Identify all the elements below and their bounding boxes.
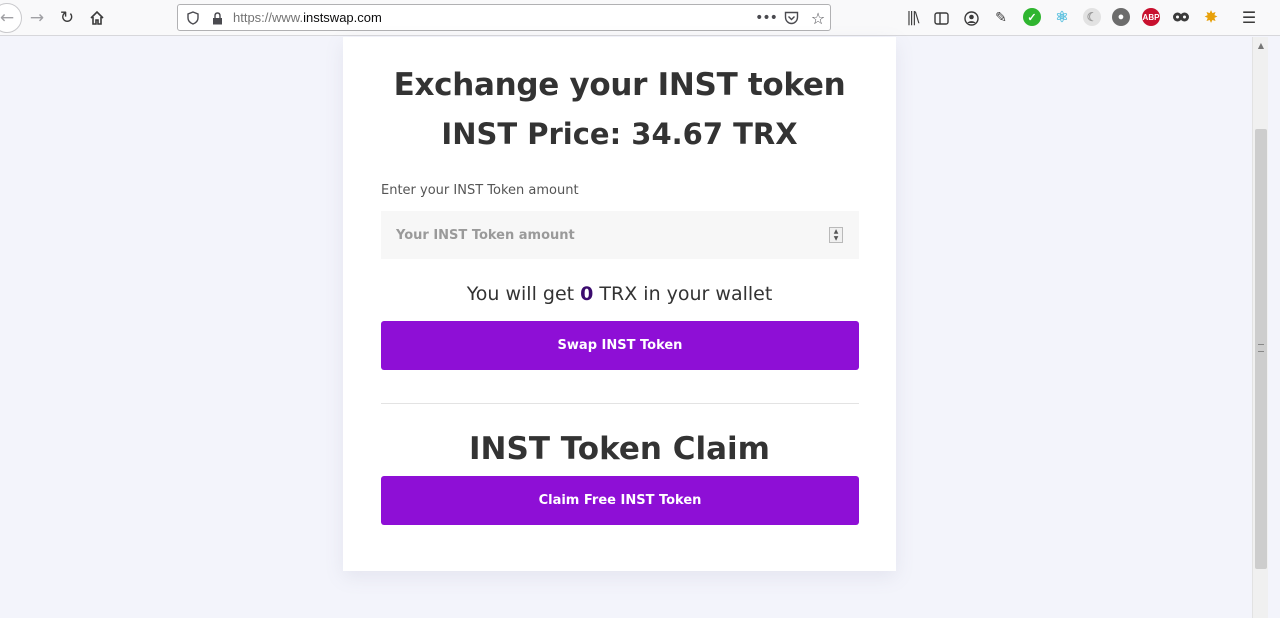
sparkle-icon: ✸ — [1204, 9, 1218, 26]
url-scheme: https://www. — [233, 10, 304, 25]
back-button[interactable]: ← — [0, 3, 22, 33]
result-text: You will get 0 TRX in your wallet — [343, 283, 896, 305]
grip-icon — [1258, 344, 1264, 352]
arrow-right-icon: → — [29, 7, 45, 28]
amount-input[interactable] — [381, 211, 859, 259]
library-button[interactable]: |||\ — [899, 5, 925, 31]
owl-extension-button[interactable] — [1172, 8, 1190, 26]
ellipsis-icon[interactable]: ••• — [755, 8, 778, 28]
menu-button[interactable]: ☰ — [1236, 5, 1262, 31]
browser-toolbar: ← → ↻ https://www.instswap.com ••• ☆ |||… — [0, 0, 1280, 36]
check-icon: ✓ — [1027, 11, 1037, 24]
url-text[interactable]: https://www.instswap.com — [233, 10, 382, 25]
hamburger-menu-icon: ☰ — [1241, 8, 1257, 27]
pen-extension-button[interactable]: ✎ — [988, 5, 1014, 31]
amount-label: Enter your INST Token amount — [381, 183, 579, 198]
page-content: Exchange your INST token INST Price: 34.… — [0, 37, 1252, 618]
library-icon: |||\ — [906, 10, 920, 26]
scroll-up-icon[interactable]: ▲ — [1253, 37, 1269, 53]
home-button[interactable] — [84, 5, 110, 31]
shield-icon[interactable] — [183, 8, 203, 28]
reload-icon: ↻ — [59, 7, 75, 28]
lock-icon[interactable] — [207, 8, 227, 28]
adblock-plus-button[interactable]: ABP — [1142, 8, 1160, 26]
star-icon[interactable]: ☆ — [808, 8, 828, 28]
check-extension-button[interactable]: ✓ — [1023, 8, 1041, 26]
globe-extension-button[interactable]: ● — [1112, 8, 1130, 26]
number-spinner[interactable]: ▲ ▼ — [829, 227, 843, 243]
window-edge — [1268, 37, 1280, 618]
moon-extension-button[interactable]: ☾ — [1083, 8, 1101, 26]
home-icon — [90, 10, 104, 25]
arrow-left-icon: ← — [0, 7, 15, 28]
abp-icon: ABP — [1142, 12, 1160, 22]
result-prefix: You will get — [466, 283, 575, 305]
scroll-thumb[interactable] — [1255, 129, 1267, 569]
account-icon — [963, 10, 979, 26]
url-host: instswap.com — [303, 10, 382, 25]
react-devtools-button[interactable]: ⚛ — [1053, 8, 1071, 26]
sidebar-button[interactable] — [928, 5, 954, 31]
forward-button[interactable]: → — [24, 5, 50, 31]
result-suffix: TRX in your wallet — [599, 283, 773, 305]
divider — [381, 403, 859, 404]
account-button[interactable] — [958, 5, 984, 31]
swap-button[interactable]: Swap INST Token — [381, 321, 859, 370]
result-value: 0 — [580, 283, 594, 305]
owl-icon — [1173, 12, 1189, 22]
sparkle-extension-button[interactable]: ✸ — [1202, 8, 1220, 26]
claim-button[interactable]: Claim Free INST Token — [381, 476, 859, 525]
claim-title: INST Token Claim — [469, 431, 770, 467]
vertical-scrollbar[interactable]: ▲ — [1252, 37, 1268, 618]
reload-button[interactable]: ↻ — [54, 5, 80, 31]
moon-icon: ☾ — [1086, 10, 1098, 24]
atom-icon: ⚛ — [1055, 9, 1069, 26]
spinner-down-icon[interactable]: ▼ — [834, 235, 839, 242]
pocket-icon[interactable] — [781, 8, 801, 28]
globe-icon: ● — [1117, 11, 1125, 23]
spinner-up-icon[interactable]: ▲ — [834, 228, 839, 235]
exchange-title: Exchange your INST token — [393, 67, 846, 103]
swap-card: Exchange your INST token INST Price: 34.… — [343, 37, 896, 571]
inst-price: INST Price: 34.67 TRX — [441, 117, 798, 151]
sidebar-icon — [933, 11, 949, 25]
url-bar[interactable]: https://www.instswap.com ••• ☆ — [177, 4, 831, 31]
pencil-icon: ✎ — [995, 10, 1007, 26]
